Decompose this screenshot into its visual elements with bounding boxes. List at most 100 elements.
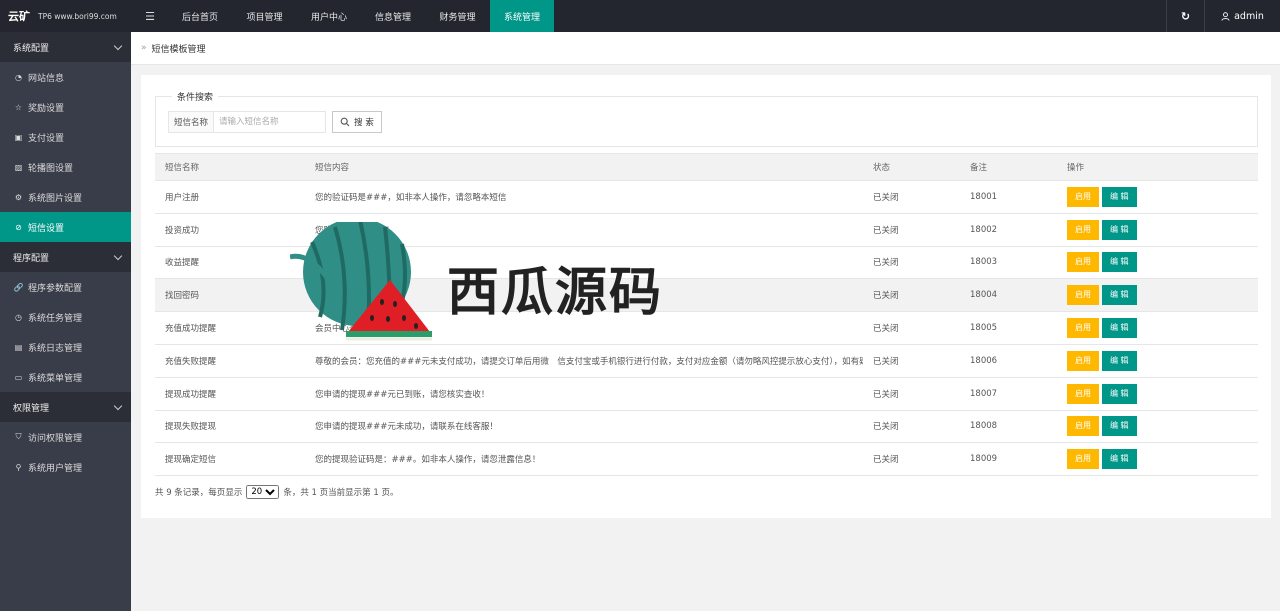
edit-button[interactable]: 编 辑 <box>1102 383 1137 404</box>
sidebar-item-label: 奖励设置 <box>28 103 65 114</box>
edit-button[interactable]: 编 辑 <box>1102 318 1137 339</box>
search-button-label: 搜 索 <box>354 118 374 128</box>
cell-remark: 18009 <box>960 442 1057 477</box>
sidebar-item-program-params[interactable]: 🔗 程序参数配置 <box>0 272 131 302</box>
sidebar-item-access[interactable]: ⛉ 访问权限管理 <box>0 422 131 452</box>
nav-finance[interactable]: 财务管理 <box>425 0 490 32</box>
column-header: 短信内容 <box>305 153 863 181</box>
chevron-down-icon <box>113 41 123 50</box>
cell-actions: 启用编 辑 <box>1057 377 1258 411</box>
table-row: 提现失败提现 您申请的提现###元未成功，请联系在线客服！ 已关闭 18008 启用编 … <box>155 410 1258 444</box>
sidebar-item-menus[interactable]: ▭ 系统菜单管理 <box>0 362 131 392</box>
refresh-icon[interactable]: ↻ <box>1166 0 1204 32</box>
sidebar-item-label: 系统用户管理 <box>28 463 83 474</box>
sidebar-group-program-config[interactable]: 程序配置 <box>0 242 131 272</box>
nav-projects[interactable]: 项目管理 <box>232 0 297 32</box>
sidebar-item-logs[interactable]: ▤ 系统日志管理 <box>0 332 131 362</box>
edit-button[interactable]: 编 辑 <box>1102 252 1137 273</box>
nav-home[interactable]: 后台首页 <box>168 0 232 32</box>
cell-remark: 18005 <box>960 311 1057 345</box>
column-header: 状态 <box>863 153 960 181</box>
cell-content <box>305 278 863 313</box>
sidebar-item-carousel[interactable]: ▨ 轮播图设置 <box>0 152 131 182</box>
nav-system[interactable]: 系统管理 <box>490 0 554 32</box>
edit-button[interactable]: 编 辑 <box>1102 416 1137 437</box>
chevron-down-icon <box>113 251 123 260</box>
enable-button[interactable]: 启用 <box>1067 285 1099 306</box>
edit-button[interactable]: 编 辑 <box>1102 285 1137 306</box>
cell-content: 您申请的提现###元已到账，请您核实查收！ <box>305 377 863 411</box>
enable-button[interactable]: 启用 <box>1067 186 1099 207</box>
cell-status: 已关闭 <box>863 410 960 444</box>
cell-actions: 启用编 辑 <box>1057 213 1258 247</box>
user-name: admin <box>1234 10 1264 22</box>
edit-button[interactable]: 编 辑 <box>1102 186 1137 207</box>
page-size-select[interactable]: 20 <box>246 485 280 499</box>
user-icon <box>1221 11 1230 21</box>
cell-name: 提现成功提醒 <box>155 377 305 411</box>
cell-name: 收益提醒 <box>155 246 305 280</box>
logo-main-text: 云矿 <box>8 10 30 23</box>
sidebar-item-site-info[interactable]: ◔ 网站信息 <box>0 62 131 92</box>
sidebar-group-permissions[interactable]: 权限管理 <box>0 392 131 422</box>
top-nav: 后台首页 项目管理 用户中心 信息管理 财务管理 系统管理 <box>168 0 554 32</box>
search-input[interactable] <box>213 111 326 133</box>
pager-suffix: 条，共 1 页当前显示第 1 页。 <box>283 488 399 498</box>
cell-actions: 启用编 辑 <box>1057 311 1258 345</box>
sms-icon: ⊘ <box>15 222 22 232</box>
sidebar-item-label: 网站信息 <box>28 73 65 84</box>
sidebar-group-label: 程序配置 <box>13 253 50 264</box>
enable-button[interactable]: 启用 <box>1067 350 1099 371</box>
shield-icon: ⛉ <box>15 432 22 441</box>
cell-content: 您申请的提现###元未成功，请联系在线客服！ <box>305 410 863 444</box>
enable-button[interactable]: 启用 <box>1067 252 1099 273</box>
enable-button[interactable]: 启用 <box>1067 383 1099 404</box>
table-row: 投资成功 您购买 项目已成功！ 已关闭 18002 启用编 辑 <box>155 213 1258 247</box>
sidebar-item-reward[interactable]: ☆ 奖励设置 <box>0 92 131 122</box>
nav-users[interactable]: 用户中心 <box>297 0 361 32</box>
cell-remark: 18007 <box>960 377 1057 411</box>
chevron-down-icon <box>113 401 123 410</box>
cell-status: 已关闭 <box>863 213 960 247</box>
menu-toggle-icon[interactable]: ☰ <box>136 0 164 32</box>
cell-content: 您的提现验证码是：###。如非本人操作，请忽泄露信息！ <box>305 442 863 477</box>
money-icon: ▣ <box>14 132 23 142</box>
sidebar-group-system-config[interactable]: 系统配置 <box>0 32 131 62</box>
edit-button[interactable]: 编 辑 <box>1102 219 1137 240</box>
dashboard-icon: ◔ <box>15 72 22 82</box>
enable-button[interactable]: 启用 <box>1067 318 1099 339</box>
cell-status: 已关闭 <box>863 344 960 378</box>
edit-button[interactable]: 编 辑 <box>1102 449 1137 470</box>
star-icon: ☆ <box>14 102 23 112</box>
logo[interactable]: 云矿 TP6 www.bori99.com <box>0 0 131 32</box>
sidebar-item-sms[interactable]: ⊘ 短信设置 <box>0 212 131 242</box>
sidebar-item-system-images[interactable]: ⚙ 系统图片设置 <box>0 182 131 212</box>
cell-remark: 18003 <box>960 246 1057 280</box>
cell-name: 用户注册 <box>155 180 305 214</box>
user-menu[interactable]: admin <box>1204 0 1280 32</box>
sidebar-item-system-users[interactable]: ⚲ 系统用户管理 <box>0 452 131 482</box>
search-label: 短信名称 <box>168 111 213 133</box>
cell-name: 投资成功 <box>155 213 305 247</box>
search-button[interactable]: 搜 索 <box>332 111 382 133</box>
cell-remark: 18002 <box>960 213 1057 247</box>
sidebar-group-label: 系统配置 <box>13 43 50 54</box>
cell-actions: 启用编 辑 <box>1057 410 1258 444</box>
sidebar-item-tasks[interactable]: ◷ 系统任务管理 <box>0 302 131 332</box>
cell-content <box>305 246 863 280</box>
nav-info[interactable]: 信息管理 <box>361 0 425 32</box>
cell-remark: 18006 <box>960 344 1057 378</box>
enable-button[interactable]: 启用 <box>1067 219 1099 240</box>
enable-button[interactable]: 启用 <box>1067 449 1099 470</box>
clock-icon: ◷ <box>15 312 22 322</box>
cell-actions: 启用编 辑 <box>1057 442 1258 477</box>
edit-button[interactable]: 编 辑 <box>1102 350 1137 371</box>
sidebar-item-payment[interactable]: ▣ 支付设置 <box>0 122 131 152</box>
enable-button[interactable]: 启用 <box>1067 416 1099 437</box>
cell-status: 已关闭 <box>863 311 960 345</box>
window-icon: ▭ <box>14 372 23 382</box>
column-header: 短信名称 <box>155 153 305 181</box>
column-header: 操作 <box>1057 153 1258 181</box>
link-icon: 🔗 <box>13 282 24 292</box>
top-bar: 云矿 TP6 www.bori99.com ☰ 后台首页 项目管理 用户中心 信… <box>0 0 1280 32</box>
